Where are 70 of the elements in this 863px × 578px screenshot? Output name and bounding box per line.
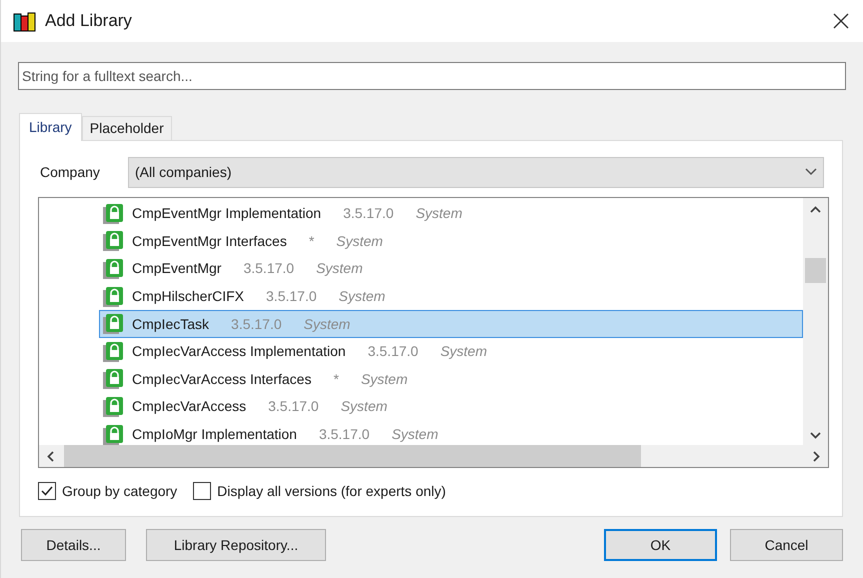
search-field[interactable]: String for a fulltext search... [18,62,846,90]
library-name: CmpEventMgr Interfaces [132,232,287,251]
library-row[interactable]: CmpEventMgr Interfaces * System [99,228,803,256]
lock-icon [102,286,124,308]
library-category: System [304,314,350,334]
library-version: 3.5.17.0 [343,204,394,224]
library-version: 3.5.17.0 [243,259,294,278]
library-row[interactable]: CmpEventMgr Implementation 3.5.17.0 System [99,200,803,228]
lock-icon [102,202,124,225]
ok-button[interactable]: OK [604,529,717,561]
library-name: CmpIecVarAccess Interfaces [132,370,312,389]
library-version: * [333,370,339,389]
library-row[interactable]: CmpIecTask 3.5.17.0 System [99,310,803,338]
library-row[interactable]: CmpIoMgr Implementation 3.5.17.0 System [99,420,803,448]
library-name: CmpIecVarAccess Implementation [132,342,346,362]
library-category: System [440,342,488,362]
books-icon [13,10,37,32]
close-icon[interactable] [833,13,849,29]
vertical-scrollbar[interactable] [803,198,828,445]
lock-icon [102,368,124,390]
checkmark-icon [40,484,54,498]
library-name: CmpEventMgr Implementation [132,204,322,224]
library-version: * [308,232,314,251]
tab[interactable]: Placeholder [82,116,172,140]
lock-icon [102,230,124,252]
chevron-left-icon[interactable] [47,450,54,462]
repository-button[interactable]: Library Repository... [146,529,326,561]
library-row[interactable]: CmpIecVarAccess 3.5.17.0 System [99,393,803,421]
scrollbar-thumb[interactable] [64,445,641,467]
details-button[interactable]: Details... [21,529,126,561]
library-name: CmpIecVarAccess [132,397,246,416]
chevron-right-icon[interactable] [813,450,820,462]
library-name: CmpEventMgr [132,259,222,278]
horizontal-scrollbar[interactable] [39,445,828,467]
chevron-down-icon [805,168,817,176]
library-category: System [392,425,438,444]
company-label: Company [39,162,101,182]
library-category: System [416,204,462,224]
library-version: 3.5.17.0 [268,397,319,416]
library-row[interactable]: CmpIecVarAccess Implementation 3.5.17.0 System [99,338,803,366]
window-title: Add Library [45,10,132,32]
scrollbar-thumb[interactable] [805,258,826,283]
lock-icon [102,396,124,418]
library-category: System [340,397,388,416]
library-row[interactable]: CmpHilscherCIFX 3.5.17.0 System [99,282,803,310]
library-name: CmpIoMgr Implementation [132,425,297,444]
library-row[interactable]: CmpEventMgr 3.5.17.0 System [99,255,803,283]
library-name: CmpIecTask [132,314,210,334]
chevron-up-icon[interactable] [810,206,821,213]
library-category: System [336,232,383,251]
library-version: 3.5.17.0 [318,425,370,444]
tab[interactable]: Library [19,113,82,141]
library-row[interactable]: CmpIecVarAccess Interfaces * System [99,366,803,394]
library-version: 3.5.17.0 [231,314,282,334]
company-dropdown[interactable]: (All companies) [128,156,824,188]
lock-icon [102,313,124,336]
library-name: CmpHilscherCIFX [132,287,244,306]
library-category: System [338,287,386,306]
library-category: System [316,259,363,278]
chevron-down-icon[interactable] [810,432,821,439]
library-version: 3.5.17.0 [368,342,418,362]
library-category: System [360,370,408,389]
lock-icon [102,258,124,280]
checkbox[interactable] [193,482,212,500]
library-version: 3.5.17.0 [266,287,317,306]
checkbox-label: Display all versions (for experts only) [217,482,446,501]
cancel-button[interactable]: Cancel [730,529,843,561]
lock-icon [102,340,124,363]
checkbox-label: Group by category [62,482,178,501]
checkbox[interactable] [38,482,56,500]
